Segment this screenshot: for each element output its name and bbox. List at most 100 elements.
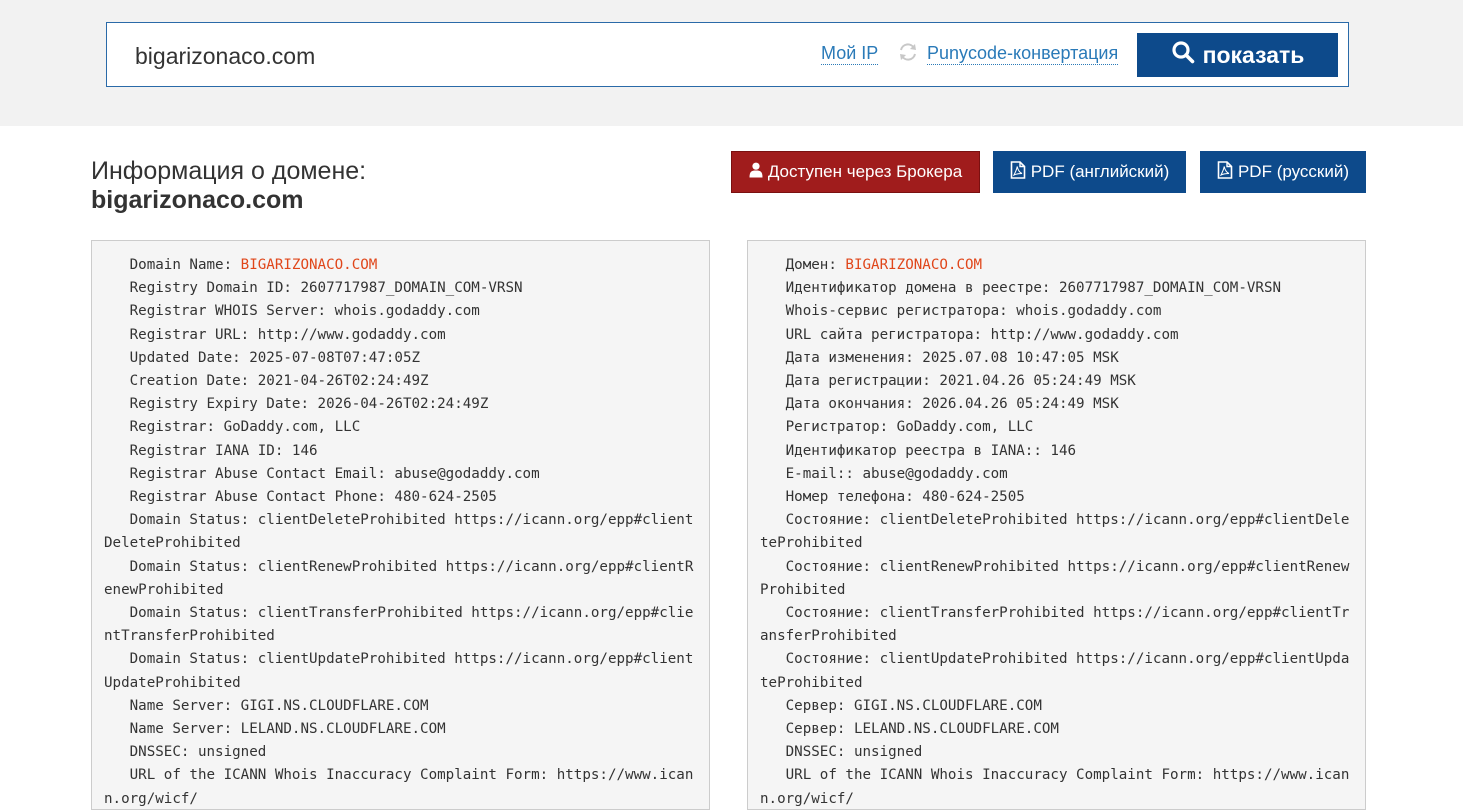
- whois-field-value: whois.godaddy.com: [1016, 303, 1162, 320]
- whois-field-label: Registrar WHOIS Server:: [104, 303, 335, 320]
- whois-field-label: Сервер:: [760, 697, 854, 714]
- whois-line: Сервер: LELAND.NS.CLOUDFLARE.COM: [760, 721, 1059, 737]
- whois-line: Идентификатор домена в реестре: 26077179…: [760, 280, 1281, 296]
- whois-field-label: Domain Status:: [104, 558, 258, 575]
- whois-field-label: Дата окончания:: [760, 396, 923, 413]
- whois-field-label: Domain Status:: [104, 651, 258, 668]
- whois-field-value: unsigned: [197, 744, 267, 761]
- whois-field-value: 2026-04-26T02:24:49Z: [317, 396, 489, 413]
- whois-field-value: http://www.godaddy.com: [257, 326, 446, 343]
- whois-field-value: abuse@godaddy.com: [862, 465, 1008, 482]
- whois-line: Registrar: GoDaddy.com, LLC: [104, 419, 361, 436]
- whois-field-label: Name Server:: [104, 721, 241, 738]
- whois-field-label: Сервер:: [760, 721, 854, 738]
- pdf-english-button[interactable]: PDF (английский): [993, 151, 1186, 193]
- whois-field-label: E-mail::: [760, 465, 863, 482]
- whois-field-label: Дата изменения:: [760, 349, 923, 366]
- broker-button[interactable]: Доступен через Брокера: [731, 151, 980, 193]
- whois-field-label: URL of the ICANN Whois Inaccuracy Compla…: [104, 767, 557, 784]
- whois-field-value: GIGI.NS.CLOUDFLARE.COM: [853, 697, 1042, 714]
- whois-line: Дата регистрации: 2021.04.26 05:24:49 MS…: [760, 373, 1136, 389]
- whois-field-label: Регистратор:: [760, 419, 897, 436]
- whois-line: DNSSEC: unsigned: [104, 744, 267, 761]
- whois-field-label: Дата регистрации:: [760, 373, 940, 390]
- whois-field-value: 2025.07.08 10:47:05 MSK: [922, 349, 1119, 366]
- pdf-russian-button[interactable]: PDF (русский): [1200, 151, 1366, 193]
- whois-line: Registrar Abuse Contact Phone: 480-624-2…: [104, 489, 497, 505]
- whois-line: Дата окончания: 2026.04.26 05:24:49 MSK: [760, 396, 1119, 412]
- whois-line: DNSSEC: unsigned: [760, 744, 923, 761]
- whois-field-value: GoDaddy.com, LLC: [223, 419, 361, 436]
- whois-line: Registrar WHOIS Server: whois.godaddy.co…: [104, 303, 480, 319]
- show-button-label: показать: [1202, 41, 1305, 68]
- whois-russian-panel: Домен: BIGARIZONACO.COM Идентификатор до…: [747, 240, 1366, 810]
- whois-field-label: Registrar Abuse Contact Email:: [104, 465, 395, 482]
- whois-line: URL of the ICANN Whois Inaccuracy Compla…: [760, 767, 1349, 806]
- whois-line: Domain Name: BIGARIZONACO.COM: [104, 257, 378, 273]
- whois-field-label: Domain Status:: [104, 512, 258, 529]
- whois-field-value: abuse@godaddy.com: [394, 465, 540, 482]
- whois-field-value: GIGI.NS.CLOUDFLARE.COM: [240, 697, 429, 714]
- whois-field-value: unsigned: [853, 744, 923, 761]
- whois-line: Номер телефона: 480-624-2505: [760, 489, 1025, 505]
- whois-field-label: Registry Domain ID:: [104, 280, 301, 297]
- whois-field-value: GoDaddy.com, LLC: [896, 419, 1034, 436]
- whois-line: Whois-сервис регистратора: whois.godaddy…: [760, 303, 1162, 320]
- page-title-text: Информация о домене:: [91, 157, 367, 185]
- whois-line: Domain Status: clientTransferProhibited …: [104, 605, 693, 644]
- whois-line: Состояние: clientTransferProhibited http…: [760, 605, 1349, 644]
- domain-search-input[interactable]: [135, 41, 655, 71]
- whois-field-label: Creation Date:: [104, 373, 258, 390]
- whois-field-label: Состояние:: [760, 558, 880, 575]
- whois-field-value: LELAND.NS.CLOUDFLARE.COM: [853, 721, 1059, 738]
- whois-line: E-mail:: abuse@godaddy.com: [760, 466, 1008, 482]
- whois-field-value: 480-624-2505: [394, 489, 497, 506]
- pdf-english-label: PDF (английский): [1030, 162, 1170, 181]
- whois-field-label: Идентификатор реестра в IANA::: [760, 442, 1051, 459]
- whois-field-label: Идентификатор домена в реестре:: [760, 280, 1059, 297]
- whois-field-label: DNSSEC:: [760, 744, 854, 761]
- whois-russian-text: Домен: BIGARIZONACO.COM Идентификатор до…: [748, 241, 1365, 809]
- whois-field-value: BIGARIZONACO.COM: [240, 257, 378, 273]
- whois-line: Registrar URL: http://www.godaddy.com: [104, 327, 446, 343]
- broker-button-label: Доступен через Брокера: [767, 162, 963, 181]
- whois-field-label: URL сайта регистратора:: [760, 326, 991, 343]
- my-ip-link[interactable]: Мой IP: [821, 42, 879, 65]
- whois-line: Состояние: clientUpdateProhibited https:…: [760, 651, 1349, 690]
- whois-field-label: Domain Status:: [104, 605, 258, 622]
- whois-field-value: 480-624-2505: [922, 489, 1025, 506]
- whois-line: Домен: BIGARIZONACO.COM: [760, 257, 982, 273]
- whois-field-label: URL of the ICANN Whois Inaccuracy Compla…: [760, 767, 1213, 784]
- whois-line: Registry Expiry Date: 2026-04-26T02:24:4…: [104, 396, 489, 413]
- whois-field-value: http://www.godaddy.com: [990, 326, 1179, 343]
- whois-field-value: 146: [1050, 442, 1077, 459]
- whois-line: URL сайта регистратора: http://www.godad…: [760, 327, 1179, 343]
- whois-field-label: Состояние:: [760, 512, 880, 529]
- whois-line: Domain Status: clientUpdateProhibited ht…: [104, 651, 693, 690]
- whois-field-label: Номер телефона:: [760, 489, 923, 506]
- whois-field-value: 2021-04-26T02:24:49Z: [257, 373, 429, 390]
- page-title: Информация о домене: bigarizonaco.com: [91, 157, 366, 215]
- whois-line: Дата изменения: 2025.07.08 10:47:05 MSK: [760, 350, 1119, 366]
- whois-field-label: Updated Date:: [104, 349, 250, 366]
- page-title-domain: bigarizonaco.com: [91, 186, 304, 214]
- whois-field-label: Registrar URL:: [104, 326, 258, 343]
- whois-line: Domain Status: clientRenewProhibited htt…: [104, 559, 693, 598]
- whois-line: Идентификатор реестра в IANA:: 146: [760, 443, 1076, 459]
- whois-field-label: Whois-сервис регистратора:: [760, 303, 1017, 320]
- whois-field-label: Состояние:: [760, 651, 880, 668]
- whois-field-label: Registry Expiry Date:: [104, 396, 318, 413]
- whois-line: Name Server: LELAND.NS.CLOUDFLARE.COM: [104, 721, 446, 737]
- whois-english-text: Domain Name: BIGARIZONACO.COM Registry D…: [92, 241, 709, 809]
- whois-field-label: Домен:: [760, 257, 846, 273]
- search-band: Мой IP Punycode-конвертация показать: [0, 0, 1463, 126]
- whois-field-value: 2025-07-08T07:47:05Z: [249, 349, 421, 366]
- whois-line: Состояние: clientDeleteProhibited https:…: [760, 512, 1349, 551]
- search-icon: [1171, 40, 1195, 70]
- show-button[interactable]: показать: [1137, 33, 1338, 77]
- whois-field-label: DNSSEC:: [104, 744, 198, 761]
- whois-field-value: 146: [291, 442, 318, 459]
- punycode-link[interactable]: Punycode-конвертация: [927, 42, 1119, 65]
- whois-field-label: Name Server:: [104, 697, 241, 714]
- whois-english-panel: Domain Name: BIGARIZONACO.COM Registry D…: [91, 240, 710, 810]
